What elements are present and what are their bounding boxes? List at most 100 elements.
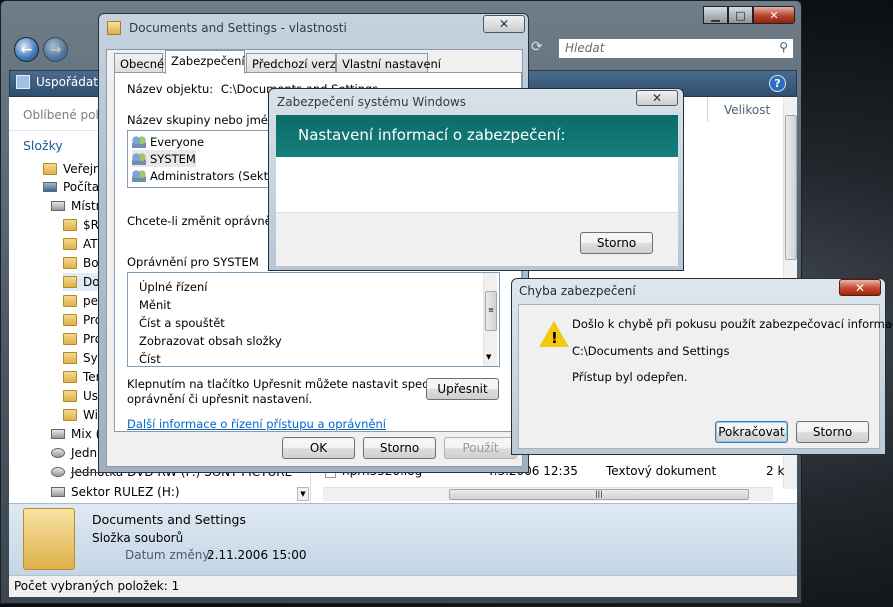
error-path: C:\Documents and Settings [572, 344, 730, 358]
security-error-dialog: Chyba zabezpečení ✕ ! Došlo k chybě při … [511, 278, 893, 455]
advanced-hint: Klepnutím na tlačítko Upřesnit můžete na… [127, 377, 452, 407]
tab-custom[interactable]: Vlastní nastavení [336, 53, 441, 73]
permissions-list[interactable]: Úplné řízení Měnit Číst a spouštět Zobra… [127, 272, 500, 367]
list-item[interactable]: Everyone [132, 133, 204, 150]
error-message: Došlo k chybě při pokusu použít zabezpeč… [572, 317, 893, 331]
tree-item[interactable]: Pro [63, 330, 102, 348]
folder-icon [63, 257, 77, 269]
drive-icon [51, 201, 65, 211]
tree-label: Bo [83, 256, 99, 270]
continue-button[interactable]: Pokračovat [715, 421, 788, 443]
tree-label: Wi [83, 408, 98, 422]
tree-item-selected[interactable]: Do [63, 273, 100, 291]
search-icon: ⚲ [779, 40, 788, 54]
favorite-links-label[interactable]: Oblíbené polo [23, 108, 106, 122]
tree-item[interactable]: Ter [63, 368, 101, 386]
drive-icon [51, 487, 65, 497]
horizontal-scrollbar[interactable]: ||| [323, 487, 773, 501]
advanced-button[interactable]: Upřesnit [426, 378, 499, 400]
help-link[interactable]: Další informace o řízení přístupu a oprá… [127, 417, 386, 431]
maximize-button[interactable]: □ [728, 6, 753, 24]
dialog-title: Chyba zabezpečení [519, 284, 636, 298]
tree-item[interactable]: AT [63, 235, 98, 253]
close-button[interactable]: ✕ [753, 6, 795, 24]
column-header-size[interactable]: Velikost [707, 97, 783, 122]
forward-button[interactable]: → [43, 37, 68, 62]
ok-button[interactable]: OK [282, 437, 355, 459]
back-button[interactable]: ← [14, 37, 39, 62]
cancel-button[interactable]: Storno [580, 232, 653, 254]
folder-icon [107, 21, 121, 35]
folder-icon [63, 333, 77, 345]
file-size: 2 k [766, 464, 785, 478]
search-input[interactable]: Hledat ⚲ [558, 38, 794, 59]
folder-icon [63, 371, 77, 383]
tab-general[interactable]: Obecné [114, 53, 164, 73]
permission-item: Číst [139, 351, 161, 366]
folder-icon [63, 409, 77, 421]
close-button[interactable]: ✕ [636, 90, 678, 106]
scroll-thumb[interactable]: ||| [449, 489, 749, 500]
details-date-value: 2.11.2006 15:00 [207, 548, 307, 562]
advanced-hint-line: oprávnění či upřesnit nastavení. [127, 392, 313, 406]
minimize-button[interactable]: ▁ [703, 6, 728, 24]
permission-item: Zobrazovat obsah složky [139, 333, 282, 348]
progress-body [276, 157, 678, 212]
organize-icon [16, 75, 30, 89]
folder-icon [63, 352, 77, 364]
user-name: SYSTEM [150, 151, 196, 166]
permission-item: Číst a spouštět [139, 315, 225, 330]
folder-icon [63, 238, 77, 250]
file-type: Textový dokument [606, 464, 717, 478]
scroll-down-button[interactable]: ▼ [297, 487, 309, 501]
advanced-hint-line: Klepnutím na tlačítko Upřesnit můžete na… [127, 377, 453, 391]
tree-label: Mix ( [71, 427, 101, 441]
apply-button[interactable]: Použít [444, 437, 517, 459]
close-button[interactable]: ✕ [483, 15, 525, 33]
dvd-icon [51, 467, 65, 477]
dvd-icon [51, 448, 65, 458]
details-date-label: Datum změny: [125, 548, 213, 562]
status-bar: Počet vybraných položek: 1 [9, 575, 797, 597]
tree-item[interactable]: Sektor RULEZ (H:) [51, 483, 180, 501]
close-button[interactable]: ✕ [839, 279, 881, 296]
folder-shortcut-icon [63, 276, 77, 288]
computer-icon [43, 182, 57, 192]
help-icon[interactable]: ? [769, 75, 786, 92]
search-placeholder: Hledat [565, 41, 605, 55]
organize-button[interactable]: Uspořádat [16, 75, 98, 89]
refresh-icon[interactable]: ⟳ [531, 39, 551, 59]
tree-item[interactable]: Wi [63, 406, 98, 424]
back-arrow-icon: ← [20, 41, 33, 58]
tab-security[interactable]: Zabezpečení [165, 50, 245, 74]
tree-item[interactable]: Pro [63, 311, 102, 329]
cancel-button[interactable]: Storno [796, 421, 869, 443]
users-icon [132, 152, 146, 165]
list-item-selected[interactable]: SYSTEM [132, 150, 196, 167]
tree-label: AT [83, 237, 98, 251]
tree-label: Sektor RULEZ (H:) [71, 485, 180, 499]
tree-item[interactable]: per [63, 292, 103, 310]
folders-label[interactable]: Složky [23, 138, 63, 153]
details-name: Documents and Settings [92, 512, 247, 527]
organize-label: Uspořádat [36, 75, 98, 89]
tab-previous-versions[interactable]: Předchozí verze [246, 53, 343, 73]
tree-item[interactable]: Jedn [51, 444, 97, 462]
dialog-title: Documents and Settings - vlastnosti [129, 21, 347, 35]
tree-item[interactable]: Bo [63, 254, 99, 272]
forward-arrow-icon: → [49, 41, 62, 58]
scroll-thumb[interactable]: ≡ [485, 291, 497, 331]
error-reason: Přístup byl odepřen. [572, 370, 688, 384]
folder-icon [23, 508, 75, 570]
tree-item[interactable]: Počítač [43, 178, 106, 196]
permissions-scrollbar[interactable]: ≡ ▼ [483, 273, 497, 366]
permission-item: Měnit [139, 297, 171, 312]
details-type: Složka souborů [92, 531, 184, 545]
cancel-button[interactable]: Storno [363, 437, 436, 459]
scroll-down-icon[interactable]: ▼ [486, 353, 491, 361]
tree-item[interactable]: Mix ( [51, 425, 100, 443]
security-progress-dialog: Zabezpečení systému Windows ✕ Nastavení … [268, 88, 684, 271]
scroll-thumb[interactable] [785, 115, 797, 260]
folder-icon [63, 219, 77, 231]
folder-icon [43, 163, 57, 175]
